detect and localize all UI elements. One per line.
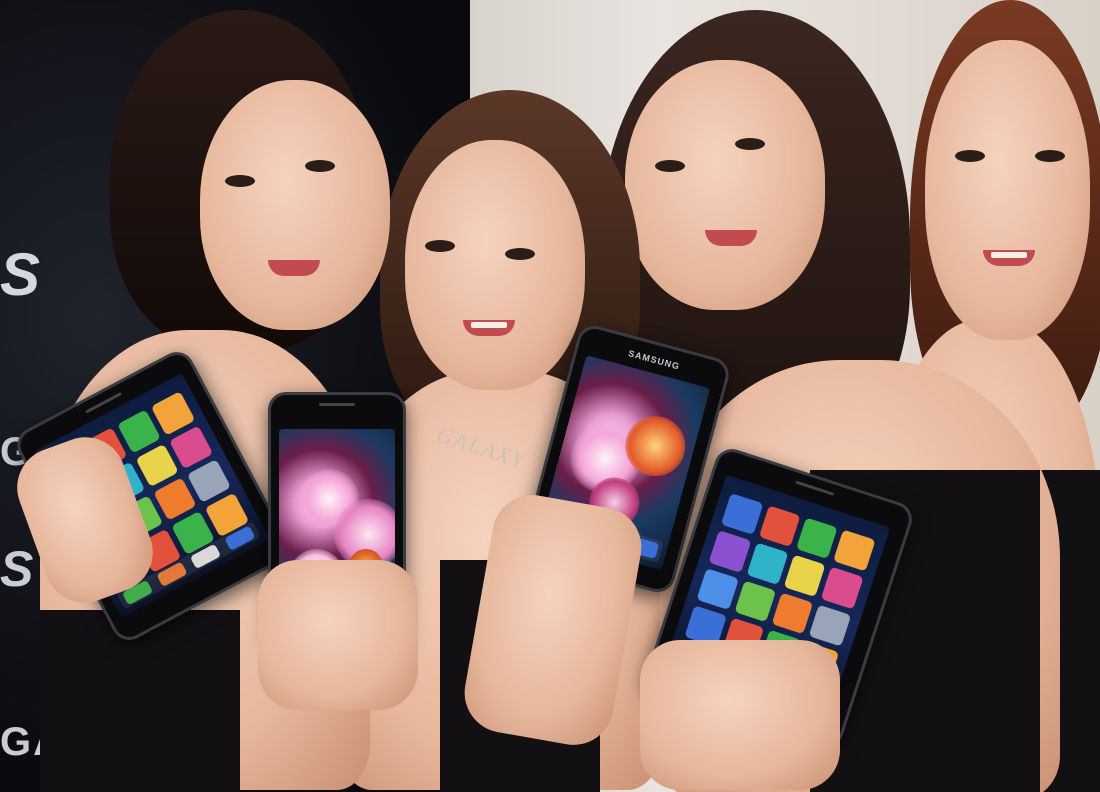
app-icon [708,530,751,573]
app-icon [809,604,852,647]
app-icon [151,391,196,436]
app-icon [795,517,838,560]
app-icon [821,567,864,610]
face [200,80,390,330]
app-icon [758,505,801,548]
app-icon [696,567,739,611]
app-icon [187,459,232,503]
app-icon [734,580,777,623]
backdrop-logo-glyph: S [0,241,43,308]
app-icon [771,592,814,635]
face [405,140,585,390]
hand [640,640,840,790]
backdrop-logo-glyph-lower: S [0,541,36,597]
app-icon [721,493,764,536]
app-icon [117,409,162,454]
app-icon [169,425,214,470]
hand [258,560,418,710]
promo-photo: S GA S GA GALAXY [0,0,1100,792]
app-icon [135,443,180,488]
app-icon [746,542,789,585]
app-icon [153,477,198,522]
app-icon [833,529,876,572]
app-icon [783,554,826,597]
